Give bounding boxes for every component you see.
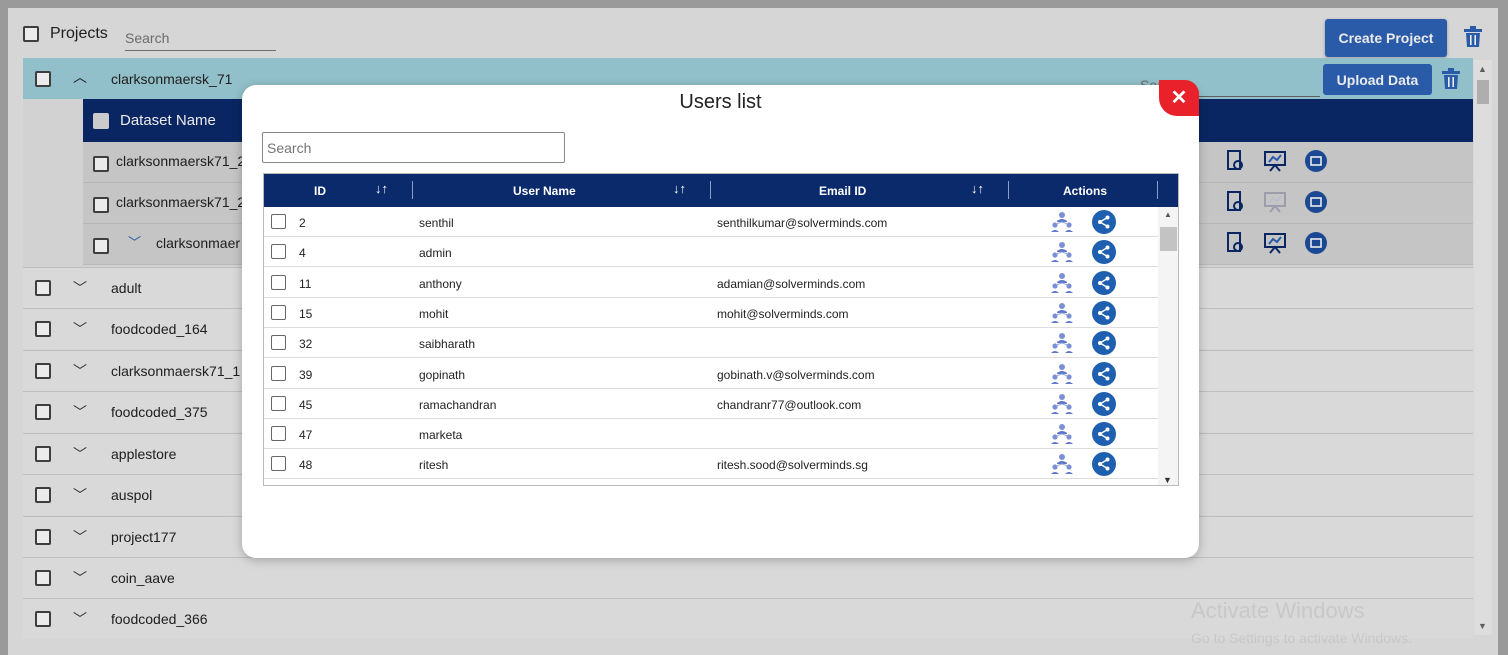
user-group-icon[interactable]: [1050, 240, 1074, 264]
sort-user-name-icon[interactable]: ↓↑: [673, 181, 686, 196]
user-id: 15: [299, 306, 313, 321]
column-divider: [1157, 181, 1158, 199]
table-row[interactable]: 39 gopinath gobinath.v@solverminds.com: [264, 359, 1158, 389]
table-row[interactable]: 2 senthil senthilkumar@solverminds.com: [264, 207, 1158, 237]
table-row[interactable]: 47 marketa: [264, 419, 1158, 450]
table-row[interactable]: 4 admin: [264, 237, 1158, 268]
share-icon[interactable]: [1092, 270, 1116, 295]
user-group-icon[interactable]: [1050, 271, 1074, 295]
modal-title: Users list: [679, 91, 762, 113]
user-group-icon[interactable]: [1050, 331, 1074, 355]
user-row-checkbox[interactable]: [271, 214, 286, 229]
user-id: 4: [299, 246, 306, 261]
scroll-down-arrow-icon[interactable]: ▼: [1163, 475, 1172, 485]
table-row[interactable]: 45 ramachandran chandranr77@outlook.com: [264, 389, 1158, 419]
user-name: saibharath: [419, 337, 476, 352]
user-row-checkbox[interactable]: [271, 395, 286, 411]
user-group-icon[interactable]: [1050, 210, 1074, 234]
user-id: 48: [299, 458, 313, 473]
user-row-checkbox[interactable]: [271, 274, 286, 290]
user-id: 45: [299, 397, 313, 412]
sort-email-icon[interactable]: ↓↑: [971, 181, 984, 196]
user-id: 2: [299, 216, 306, 230]
column-user-name[interactable]: User Name: [513, 184, 576, 198]
share-icon[interactable]: [1092, 331, 1116, 356]
user-id: 32: [299, 337, 313, 352]
user-email: adamian@solverminds.com: [717, 276, 866, 291]
user-group-icon[interactable]: [1050, 452, 1074, 476]
user-group-icon[interactable]: [1050, 301, 1074, 325]
user-email: mohit@solverminds.com: [717, 306, 849, 321]
share-icon[interactable]: [1092, 240, 1116, 265]
user-name: marketa: [419, 428, 463, 443]
table-scrollbar[interactable]: ▲ ▼: [1158, 207, 1178, 485]
share-icon[interactable]: [1092, 452, 1116, 477]
user-name: gopinath: [419, 367, 466, 382]
user-id: 11: [299, 276, 312, 291]
user-search-input[interactable]: [262, 132, 565, 163]
sort-id-icon[interactable]: ↓↑: [375, 181, 388, 196]
user-group-icon[interactable]: [1050, 422, 1074, 446]
user-row-checkbox[interactable]: [271, 426, 286, 442]
user-name: ramachandran: [419, 397, 497, 412]
user-row-checkbox[interactable]: [271, 304, 286, 320]
share-icon[interactable]: [1092, 210, 1116, 234]
user-id: 47: [299, 428, 313, 443]
user-name: admin: [419, 246, 452, 261]
close-icon[interactable]: ✕: [1159, 80, 1199, 116]
share-icon[interactable]: [1092, 361, 1116, 386]
user-name: ritesh: [419, 458, 449, 473]
user-email: chandranr77@outlook.com: [717, 397, 862, 412]
column-divider: [1008, 181, 1009, 199]
scroll-up-arrow-icon[interactable]: ▲: [1164, 210, 1172, 219]
share-icon[interactable]: [1092, 422, 1116, 447]
user-row-checkbox[interactable]: [271, 365, 286, 381]
scroll-thumb[interactable]: [1160, 227, 1177, 251]
user-email: gobinath.v@solverminds.com: [717, 367, 875, 382]
user-group-icon[interactable]: [1050, 362, 1074, 386]
table-row[interactable]: 48 ritesh ritesh.sood@solverminds.sg: [264, 449, 1158, 480]
table-row[interactable]: 15 mohit mohit@solverminds.com: [264, 298, 1158, 328]
column-divider: [412, 181, 413, 199]
share-icon[interactable]: [1092, 391, 1116, 416]
user-row-checkbox[interactable]: [271, 456, 286, 472]
column-id[interactable]: ID: [314, 184, 326, 198]
users-table-body: 2 senthil senthilkumar@solverminds.com 4 adm…: [264, 207, 1158, 485]
column-divider: [710, 181, 711, 199]
users-list-modal: Users list ✕ ID ↓↑ User Name ↓↑ Email ID…: [242, 80, 1199, 558]
user-name: anthony: [419, 276, 462, 291]
user-row-checkbox[interactable]: [271, 244, 286, 260]
user-name: mohit: [419, 306, 449, 321]
column-actions: Actions: [1063, 184, 1108, 198]
table-row[interactable]: 11 anthony adamian@solverminds.com: [264, 268, 1158, 298]
user-email: senthilkumar@solverminds.com: [717, 216, 888, 230]
share-icon[interactable]: [1092, 300, 1116, 325]
user-row-checkbox[interactable]: [271, 335, 286, 351]
user-group-icon[interactable]: [1050, 392, 1074, 416]
user-name: senthil: [419, 216, 454, 230]
user-id: 39: [299, 367, 313, 382]
users-table-header: ID ↓↑ User Name ↓↑ Email ID ↓↑ Actions: [264, 174, 1178, 207]
table-row[interactable]: 32 saibharath: [264, 328, 1158, 359]
column-email-id[interactable]: Email ID: [819, 184, 866, 198]
user-email: ritesh.sood@solverminds.sg: [717, 458, 868, 473]
users-table: ID ↓↑ User Name ↓↑ Email ID ↓↑ Actions 2…: [263, 173, 1179, 486]
